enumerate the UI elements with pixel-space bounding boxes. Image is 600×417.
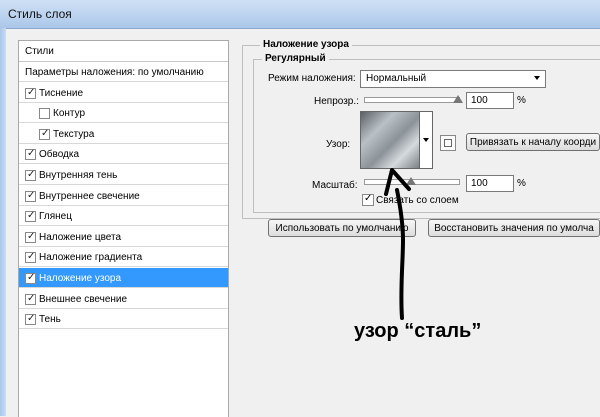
annotation-arrow (384, 168, 411, 320)
annotation-text: узор “сталь” (354, 320, 482, 342)
